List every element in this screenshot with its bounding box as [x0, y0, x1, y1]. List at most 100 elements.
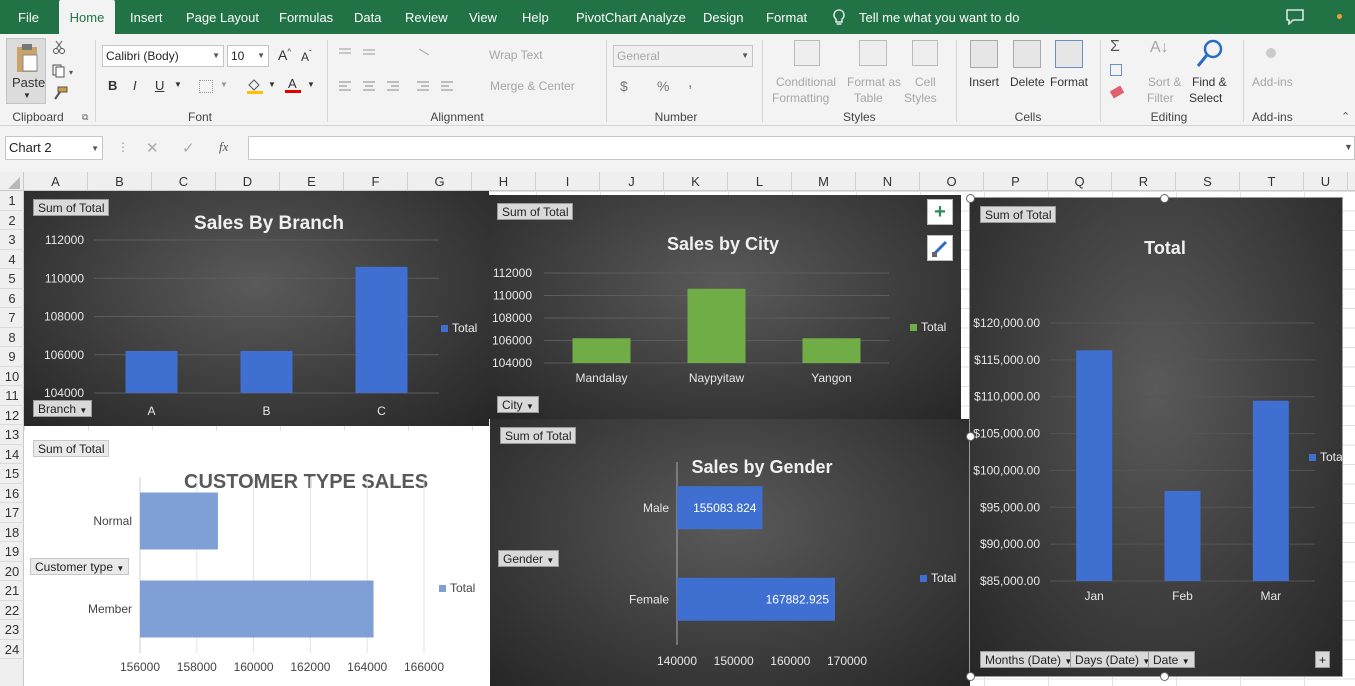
tab-formulas[interactable]: Formulas	[279, 0, 333, 34]
column-header[interactable]: K	[664, 172, 728, 191]
collapse-ribbon-icon[interactable]: ⌃	[1341, 110, 1350, 123]
axis-button-days[interactable]: Days (Date) ▼	[1070, 651, 1156, 668]
comma-button[interactable]: ,	[688, 74, 692, 92]
chevron-down-icon[interactable]: ▼	[220, 80, 228, 89]
column-header[interactable]: L	[728, 172, 792, 191]
tab-insert[interactable]: Insert	[130, 0, 163, 34]
decrease-font-icon[interactable]: Aˇ	[301, 49, 312, 64]
row-header[interactable]: 14	[0, 445, 24, 464]
row-header[interactable]: 2	[0, 211, 24, 230]
underline-button[interactable]: U	[155, 78, 164, 93]
column-header[interactable]: O	[920, 172, 984, 191]
top-align-icons[interactable]	[337, 46, 457, 56]
select-all-corner[interactable]	[0, 172, 24, 191]
tab-data[interactable]: Data	[354, 0, 381, 34]
increase-font-icon[interactable]: A^	[278, 47, 291, 63]
font-name-select[interactable]: Calibri (Body) ▼	[102, 45, 224, 67]
column-header[interactable]: S	[1176, 172, 1240, 191]
row-header[interactable]: 17	[0, 503, 24, 523]
cell-styles-line1[interactable]: Cell	[915, 75, 936, 89]
row-header[interactable]: 8	[0, 328, 24, 347]
column-header[interactable]: T	[1240, 172, 1304, 191]
row-header[interactable]: 5	[0, 269, 24, 289]
expand-formula-icon[interactable]: ▼	[1344, 142, 1353, 152]
chart-customer-type-sales[interactable]: Sum of Total CUSTOMER TYPE SALES 156000 1…	[24, 431, 490, 686]
resize-handle[interactable]	[966, 672, 975, 681]
column-header[interactable]: N	[856, 172, 920, 191]
resize-handle[interactable]	[1160, 672, 1169, 681]
column-header[interactable]: E	[280, 172, 344, 191]
tab-pivotchart-analyze[interactable]: PivotChart Analyze	[576, 0, 686, 34]
delete-cells-button[interactable]: Delete	[1010, 75, 1045, 89]
column-header[interactable]: I	[536, 172, 600, 191]
bold-button[interactable]: B	[108, 78, 117, 93]
tab-review[interactable]: Review	[405, 0, 448, 34]
fill-icon[interactable]	[1110, 64, 1122, 76]
autosum-icon[interactable]: Σ	[1110, 38, 1120, 56]
number-format-select[interactable]: General ▼	[613, 45, 753, 67]
borders-icon[interactable]	[199, 80, 213, 93]
conditional-formatting-line1[interactable]: Conditional	[776, 75, 836, 89]
column-header[interactable]: C	[152, 172, 216, 191]
chart-sales-by-branch[interactable]: Sum of Total Sales By Branch 112000 11000…	[24, 191, 489, 426]
row-header[interactable]: 24	[0, 640, 24, 659]
column-header[interactable]: H	[472, 172, 536, 191]
column-header[interactable]: D	[216, 172, 280, 191]
format-cells-button[interactable]: Format	[1050, 75, 1088, 89]
column-header[interactable]: P	[984, 172, 1048, 191]
wrap-text-button[interactable]: Wrap Text	[489, 48, 543, 62]
italic-button[interactable]: I	[133, 78, 137, 93]
column-header[interactable]: F	[344, 172, 408, 191]
find-select-line2[interactable]: Select	[1189, 91, 1222, 105]
chevron-down-icon[interactable]: ▼	[174, 80, 182, 89]
axis-button-date[interactable]: Date ▼	[1148, 651, 1195, 668]
percent-button[interactable]: %	[657, 78, 669, 94]
tab-design[interactable]: Design	[703, 0, 743, 34]
formula-input[interactable]	[248, 136, 1355, 160]
row-header[interactable]: 13	[0, 425, 24, 445]
tab-view[interactable]: View	[469, 0, 497, 34]
copy-icon[interactable]: ▾	[52, 64, 76, 81]
column-header[interactable]: B	[88, 172, 152, 191]
row-header[interactable]: 21	[0, 581, 24, 601]
tab-home[interactable]: Home	[59, 0, 115, 34]
column-header[interactable]: U	[1304, 172, 1348, 191]
cut-icon[interactable]	[52, 40, 66, 57]
sort-filter-line1[interactable]: Sort &	[1148, 75, 1181, 89]
currency-button[interactable]: $	[620, 78, 628, 94]
resize-handle[interactable]	[966, 194, 975, 203]
chevron-down-icon[interactable]: ▼	[268, 80, 276, 89]
expand-field-button[interactable]: +	[1315, 651, 1331, 668]
format-painter-icon[interactable]	[52, 86, 68, 103]
find-select-line1[interactable]: Find &	[1192, 75, 1227, 89]
sort-filter-line2[interactable]: Filter	[1147, 91, 1174, 105]
axis-button-city[interactable]: City ▼	[497, 396, 539, 413]
dialog-launcher-icon[interactable]: ⧉	[82, 112, 88, 123]
resize-handle[interactable]	[966, 432, 975, 441]
row-header[interactable]: 4	[0, 250, 24, 269]
tab-page-layout[interactable]: Page Layout	[186, 0, 259, 34]
row-header[interactable]: 18	[0, 523, 24, 542]
row-header[interactable]: 12	[0, 406, 24, 425]
axis-button-customer-type[interactable]: Customer type ▼	[30, 558, 130, 575]
row-header[interactable]: 10	[0, 367, 24, 386]
chart-styles-brush-icon[interactable]	[927, 235, 953, 261]
cancel-icon[interactable]: ✕	[146, 139, 159, 157]
row-header[interactable]: 3	[0, 230, 24, 250]
font-color-icon[interactable]: A	[284, 76, 302, 97]
addins-button[interactable]: Add-ins	[1252, 75, 1293, 89]
column-header[interactable]: J	[600, 172, 664, 191]
chart-sales-by-city[interactable]: Sum of Total Sales by City 112000 110000 1…	[489, 195, 961, 419]
column-header[interactable]: Q	[1048, 172, 1112, 191]
paste-button[interactable]: Paste ▼	[6, 38, 46, 104]
font-size-select[interactable]: 10 ▼	[227, 45, 269, 67]
tab-format[interactable]: Format	[766, 0, 807, 34]
merge-center-button[interactable]: Merge & Center	[490, 79, 575, 93]
column-header[interactable]: A	[24, 172, 88, 191]
row-header[interactable]: 15	[0, 464, 24, 484]
row-header[interactable]: 23	[0, 620, 24, 640]
row-header[interactable]: 16	[0, 484, 24, 503]
tab-file[interactable]: File	[18, 0, 39, 34]
tell-me-box[interactable]: Tell me what you want to do	[859, 0, 1019, 34]
chevron-down-icon[interactable]: ▼	[307, 80, 315, 89]
